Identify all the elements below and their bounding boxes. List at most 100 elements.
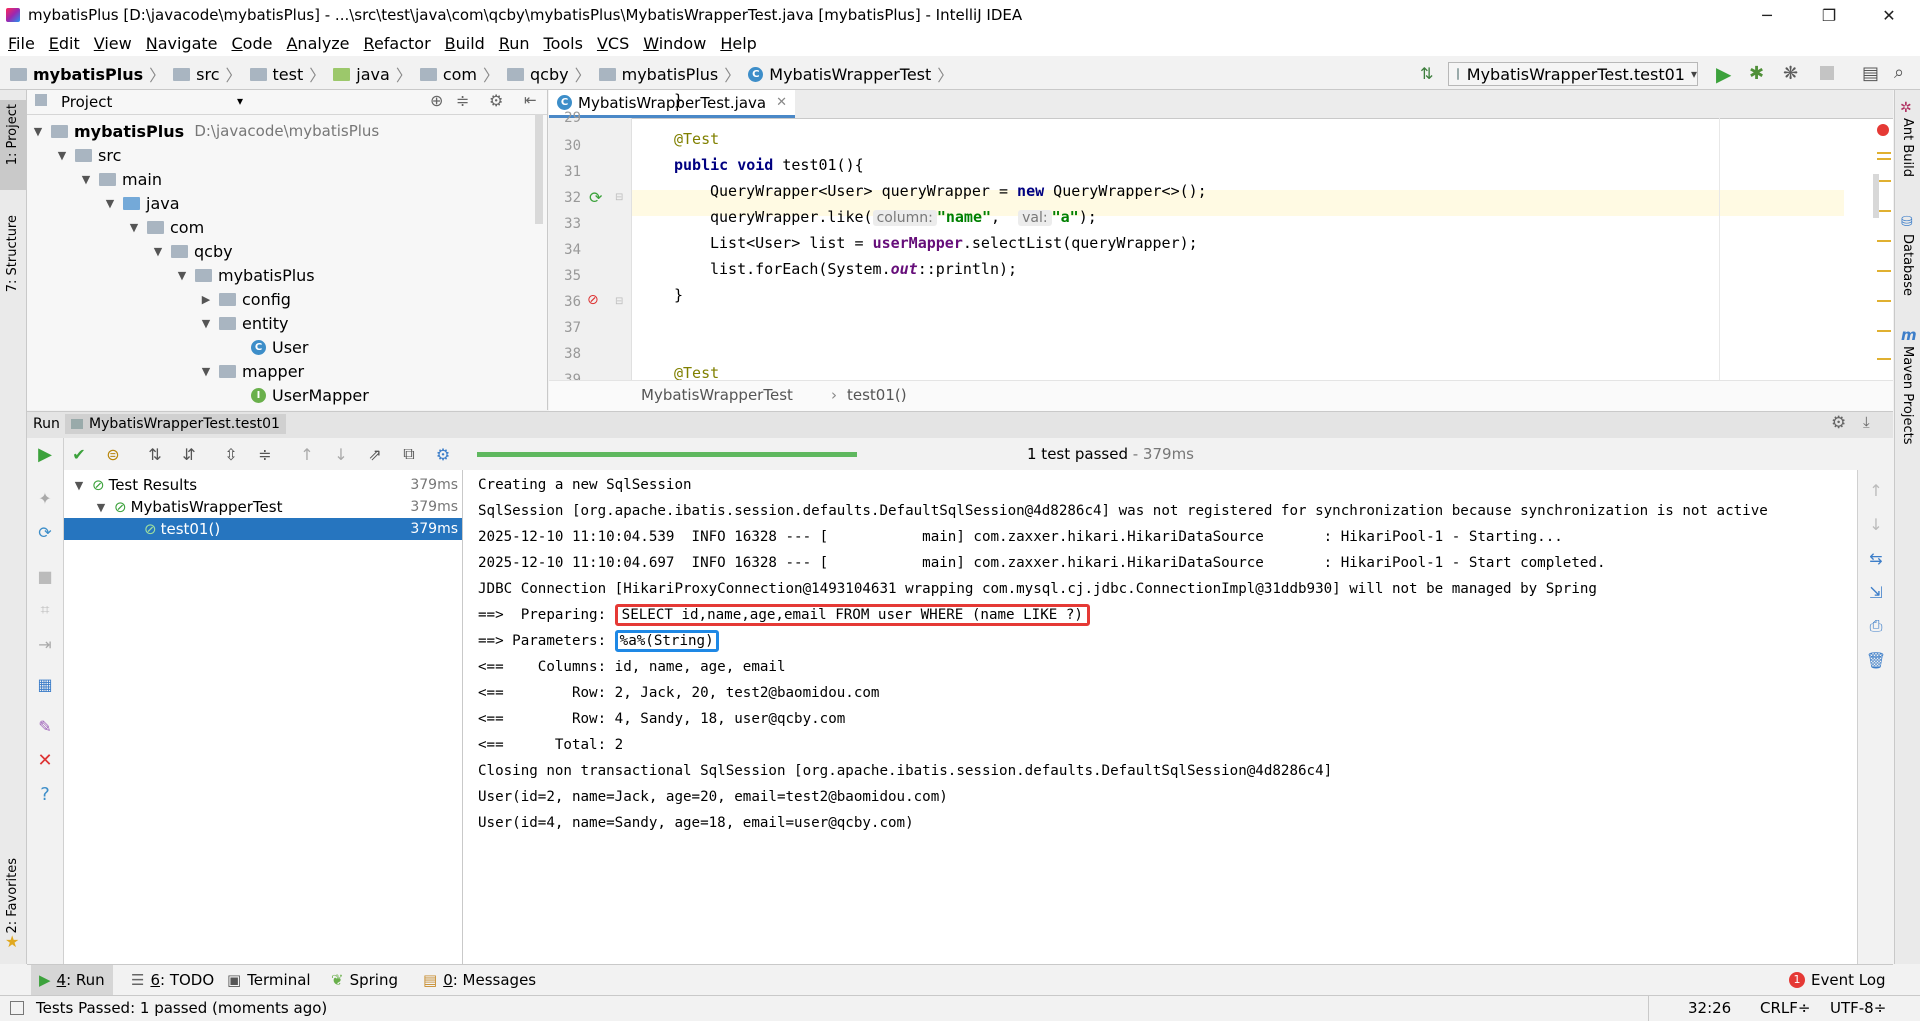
code-line-35[interactable]: List<User> list = userMapper.selectList(… (710, 230, 1198, 256)
error-stripe-mark[interactable] (1877, 180, 1891, 182)
soft-wrap-icon[interactable]: ⇆ (1866, 548, 1886, 568)
tree-item-project-root[interactable]: ▼ mybatisPlus D:\javacode\mybatisPlus (31, 119, 379, 143)
dump-threads-icon[interactable]: ⌗ (35, 600, 55, 620)
tool-window-terminal[interactable]: ▣ Terminal (227, 965, 311, 995)
code-line-34[interactable]: queryWrapper.like(column: "name", val: "a"… (710, 204, 1097, 230)
test-tree-method-selected[interactable]: ⊘ test01() 379ms (64, 518, 462, 540)
chevron-down-icon[interactable]: ▾ (237, 94, 243, 108)
help-icon[interactable]: ? (35, 784, 55, 805)
next-failed-icon[interactable]: ↓ (331, 444, 351, 464)
error-stripe-mark[interactable] (1877, 210, 1891, 212)
menu-view[interactable]: View (86, 34, 138, 53)
run-config-select[interactable]: MybatisWrapperTest.test01 ▾ (1448, 62, 1698, 86)
pin-icon[interactable]: ✎ (35, 716, 55, 736)
tool-window-run[interactable]: ▶ 4: Run (31, 965, 113, 995)
up-arrow-icon[interactable]: ↑ (1866, 480, 1886, 500)
error-stripe-mark[interactable] (1877, 270, 1891, 272)
sort-duration-icon[interactable]: ⇵ (179, 444, 199, 464)
code-line-31[interactable]: @Test (674, 126, 719, 152)
menu-help[interactable]: Help (712, 34, 762, 53)
nav-crumb-test[interactable]: test (249, 59, 303, 89)
stop-icon[interactable] (1820, 66, 1834, 80)
maximize-button[interactable]: ❐ (1806, 0, 1852, 30)
breadcrumb-class[interactable]: MybatisWrapperTest (641, 386, 793, 404)
run-test-gutter-icon[interactable]: ⟳ (589, 188, 602, 207)
gear-icon[interactable]: ⚙ (489, 91, 503, 110)
nav-crumb-mybatisplus[interactable]: mybatisPlus (598, 59, 718, 89)
search-everywhere-icon[interactable]: ⌕ (1894, 62, 1904, 83)
down-arrow-icon[interactable]: ↓ (1866, 514, 1886, 534)
tree-item-mybatisplus[interactable]: ▼ mybatisPlus (175, 263, 315, 287)
show-ignored-icon[interactable]: ⊜ (103, 444, 123, 464)
code-line-39[interactable]: @Test (674, 360, 719, 380)
tool-window-messages[interactable]: ▤ 0: Messages (423, 965, 536, 995)
locate-icon[interactable]: ⊕ (430, 91, 443, 110)
project-structure-icon[interactable]: ▤ (1862, 63, 1879, 84)
sort-alpha-icon[interactable]: ⇅ (145, 444, 165, 464)
caret-position[interactable]: 32:26 (1688, 999, 1731, 1017)
error-stripe-mark[interactable] (1877, 330, 1891, 332)
hide-panel-icon[interactable]: ⇤ (524, 91, 537, 109)
import-icon[interactable]: ⧉ (399, 444, 419, 464)
file-encoding[interactable]: UTF-8÷ (1830, 999, 1886, 1017)
event-log-button[interactable]: 1 Event Log (1789, 965, 1886, 995)
status-message[interactable]: Tests Passed: 1 passed (moments ago) (36, 999, 327, 1017)
console-output[interactable]: Creating a new SqlSession SqlSession [or… (463, 470, 1857, 964)
toggle-auto-test-icon[interactable]: ⟳ (35, 522, 55, 542)
run-icon[interactable]: ▶ (35, 444, 55, 465)
code-line-29[interactable]: } (674, 87, 683, 113)
tool-tab-structure[interactable]: 7: Structure (5, 215, 20, 292)
tree-item-com[interactable]: ▼ com (127, 215, 204, 239)
tool-tab-favorites[interactable]: 2: Favorites (5, 858, 20, 934)
menu-run[interactable]: Run (491, 34, 536, 53)
collapse-all-icon[interactable]: ≑ (255, 444, 275, 464)
error-stripe-mark[interactable] (1877, 152, 1891, 154)
menu-refactor[interactable]: Refactor (356, 34, 437, 53)
toggle-tool-windows-icon[interactable] (10, 1001, 24, 1015)
menu-tools[interactable]: Tools (536, 34, 589, 53)
menu-navigate[interactable]: Navigate (138, 34, 224, 53)
scroll-to-end-icon[interactable]: ⇲ (1866, 582, 1886, 602)
print-icon[interactable]: ⎙ (1866, 616, 1886, 636)
debug-icon[interactable]: ✱ (1749, 63, 1764, 84)
previous-failed-icon[interactable]: ↑ (297, 444, 317, 464)
nav-crumb-class[interactable]: C MybatisWrapperTest (748, 59, 931, 89)
project-view-select[interactable]: Project (61, 93, 112, 111)
fold-icon[interactable]: ⊟ (615, 192, 623, 203)
collapse-all-icon[interactable]: ≑ (456, 91, 469, 110)
close-icon[interactable]: ✕ (776, 95, 787, 110)
clear-all-icon[interactable]: 🗑 (1866, 650, 1886, 670)
tree-item-user[interactable]: C User (251, 335, 308, 359)
scrollbar-thumb[interactable] (535, 114, 543, 224)
nav-crumb-java[interactable]: java (333, 59, 390, 89)
stop-icon[interactable]: ■ (35, 566, 55, 586)
close-icon[interactable]: ✕ (35, 750, 55, 771)
tree-item-java[interactable]: ▼ java (103, 191, 180, 215)
code-line-33[interactable]: QueryWrapper<User> queryWrapper = new Qu… (710, 178, 1207, 204)
nav-crumb-qcby[interactable]: qcby (507, 59, 569, 89)
tree-item-entity[interactable]: ▼ entity (199, 311, 289, 335)
coverage-icon[interactable]: ❋ (1783, 63, 1798, 84)
tree-item-mapper[interactable]: ▼ mapper (199, 359, 304, 383)
code-line-36[interactable]: list.forEach(System.out::println); (710, 256, 1017, 282)
run-tab[interactable]: MybatisWrapperTest.test01 (65, 414, 286, 434)
nav-crumb-project[interactable]: mybatisPlus (10, 59, 143, 89)
hide-panel-icon[interactable]: ⤓ (1863, 413, 1870, 431)
gear-icon[interactable]: ⚙ (1831, 413, 1846, 433)
error-indicator-icon[interactable] (1877, 124, 1889, 136)
tree-item-main[interactable]: ▼ main (79, 167, 162, 191)
tool-tab-database[interactable]: Database (1900, 234, 1915, 296)
tree-item-qcby[interactable]: ▼ qcby (151, 239, 233, 263)
menu-analyze[interactable]: Analyze (278, 34, 355, 53)
run-icon[interactable]: ▶ (1716, 62, 1731, 86)
fold-icon[interactable]: ⊟ (615, 296, 623, 307)
tree-item-src[interactable]: ▼ src (55, 143, 122, 167)
gear-icon[interactable]: ⚙ (433, 444, 453, 464)
menu-vcs[interactable]: VCS (589, 34, 635, 53)
scrollbar-thumb[interactable] (1873, 174, 1879, 218)
line-separator[interactable]: CRLF÷ (1760, 999, 1810, 1017)
tree-item-config[interactable]: ▶ config (199, 287, 291, 311)
tool-tab-ant-build[interactable]: Ant Build (1900, 118, 1915, 177)
tool-tab-maven-projects[interactable]: Maven Projects (1900, 346, 1915, 445)
tree-item-usermapper[interactable]: I UserMapper (251, 383, 369, 407)
